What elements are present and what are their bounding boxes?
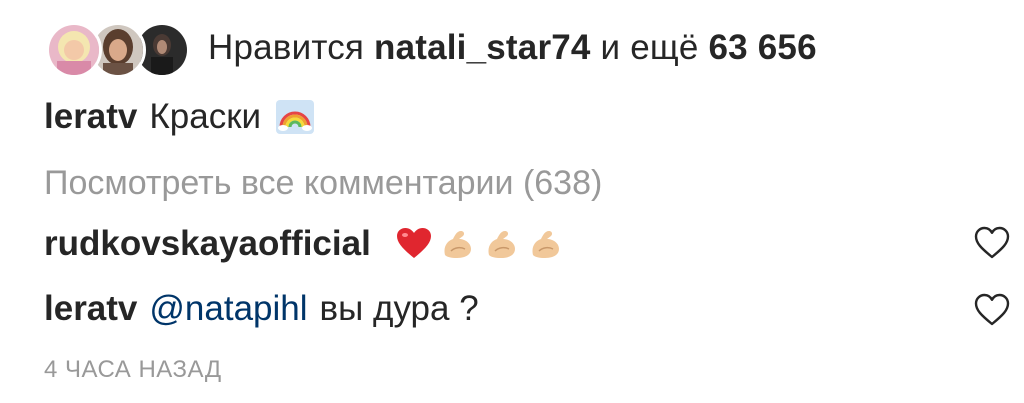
like-comment-heart-icon[interactable] — [974, 293, 1010, 327]
comment-username[interactable]: rudkovskayaofficial — [44, 224, 371, 264]
likes-summary[interactable]: Нравится natali_star74 и ещё 63 656 — [208, 28, 817, 68]
avatar[interactable] — [46, 22, 102, 78]
view-all-comments-label[interactable]: Посмотреть все комментарии (638) — [44, 164, 602, 203]
flexed-biceps-emoji — [483, 225, 521, 263]
likes-row: Нравится natali_star74 и ещё 63 656 — [46, 18, 1024, 78]
caption-text: Краски — [149, 97, 262, 136]
comment-row: rudkovskayaofficial — [44, 217, 1024, 271]
caption: leratv Краски — [44, 92, 1024, 142]
rainbow-emoji — [275, 99, 315, 135]
comment-mention[interactable]: @natapihl — [149, 289, 307, 329]
flexed-biceps-emoji — [527, 225, 565, 263]
timestamp-text: 4 ЧАСА НАЗАД — [44, 356, 222, 383]
liker-username[interactable]: natali_star74 — [374, 28, 591, 67]
comment-row: leratv @natapihl вы дура ? — [44, 282, 1024, 336]
comment-username[interactable]: leratv — [44, 289, 137, 329]
comment-emojis — [395, 225, 565, 263]
comment-text: вы дура ? — [319, 289, 479, 328]
caption-username[interactable]: leratv — [44, 97, 137, 137]
view-all-comments-link[interactable]: Посмотреть все комментарии (638) — [44, 158, 1024, 208]
liker-avatars[interactable] — [46, 20, 190, 78]
flexed-biceps-emoji — [439, 225, 477, 263]
like-comment-heart-icon[interactable] — [974, 226, 1010, 260]
red-heart-emoji — [395, 225, 433, 263]
post-timestamp: 4 ЧАСА НАЗАД — [44, 352, 1024, 388]
likes-prefix: Нравится — [208, 28, 365, 67]
likes-middle: и ещё — [600, 28, 699, 67]
likes-count[interactable]: 63 656 — [709, 28, 817, 67]
